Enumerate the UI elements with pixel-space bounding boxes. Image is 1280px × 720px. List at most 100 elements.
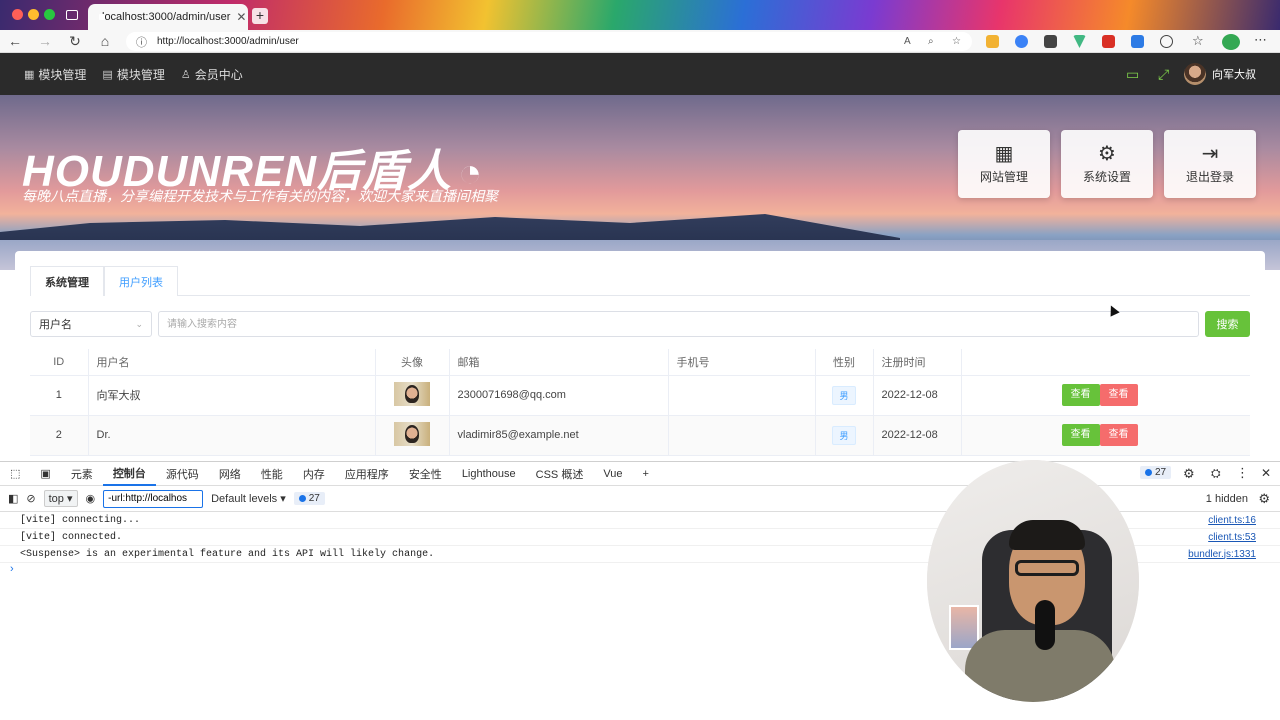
address-bar[interactable]: ⓘ http://localhost:3000/admin/user A ⌕ ☆: [126, 32, 972, 51]
favorites-icon[interactable]: ☆: [1192, 34, 1205, 48]
settings-gear-icon[interactable]: ⚙: [1183, 466, 1195, 482]
minimize-window-button[interactable]: [28, 9, 39, 20]
back-arrow-icon[interactable]: ←: [0, 33, 30, 49]
layers-icon: ▤: [102, 68, 113, 81]
tab-memory[interactable]: 内存: [293, 462, 335, 486]
read-aloud-icon[interactable]: A: [904, 36, 911, 47]
extension-icon[interactable]: [1015, 35, 1028, 48]
issues-count: 27: [308, 493, 320, 504]
site-management-button[interactable]: ▦ 网站管理: [958, 130, 1050, 198]
add-tab-icon[interactable]: +: [633, 462, 659, 486]
forward-arrow-icon[interactable]: →: [30, 33, 60, 49]
issues-badge[interactable]: 27: [1140, 466, 1172, 479]
clear-console-icon[interactable]: ⊘: [26, 492, 35, 505]
quick-button-label: 网站管理: [979, 169, 1028, 184]
cell-date: 2022-12-08: [873, 415, 962, 456]
tab-security[interactable]: 安全性: [399, 462, 452, 486]
extensions-puzzle-icon[interactable]: [1160, 35, 1173, 48]
log-levels-select[interactable]: Default levels ▾: [211, 492, 286, 505]
maximize-window-button[interactable]: [44, 9, 55, 20]
tab-system-management[interactable]: 系统管理: [30, 266, 104, 296]
tab-application[interactable]: 应用程序: [335, 462, 399, 486]
column-header[interactable]: 邮箱: [449, 349, 669, 376]
close-window-button[interactable]: [12, 9, 23, 20]
tab-vue[interactable]: Vue: [593, 462, 632, 486]
cell-username: 向军大叔: [88, 375, 376, 416]
home-icon[interactable]: ⌂: [90, 33, 120, 49]
cell-email: vladimir85@example.net: [449, 415, 669, 456]
glasses: [1015, 560, 1079, 576]
extension-icon[interactable]: [986, 35, 999, 48]
column-header[interactable]: 性别: [815, 349, 874, 376]
search-input[interactable]: [158, 311, 1199, 337]
log-source-link[interactable]: client.ts:16: [1208, 515, 1256, 526]
person-hair: [1009, 520, 1085, 550]
profile-icon[interactable]: [1222, 34, 1240, 50]
close-icon[interactable]: ✕: [1261, 466, 1271, 480]
nav-item-module-2[interactable]: ▤ 模块管理: [102, 66, 164, 83]
sitemap-icon: ▦: [994, 142, 1014, 165]
browser-tab[interactable]: localhost:3000/admin/user ✕: [88, 4, 248, 30]
inspect-icon[interactable]: ⬚: [0, 462, 30, 486]
info-icon[interactable]: ⓘ: [136, 34, 147, 50]
cell-avatar: [375, 375, 450, 416]
tab-css-overview[interactable]: CSS 概述: [526, 462, 594, 486]
eye-icon[interactable]: ◉: [86, 492, 96, 505]
log-source-link[interactable]: client.ts:53: [1208, 532, 1256, 543]
logout-button[interactable]: ⇥ 退出登录: [1164, 130, 1256, 198]
remote-devices-icon[interactable]: ⛭: [1211, 466, 1221, 481]
sidebar-toggle-icon[interactable]: ◧: [8, 492, 18, 505]
tab-elements[interactable]: 元素: [61, 462, 103, 486]
cell-gender: 男: [815, 375, 874, 416]
console-issues-badge[interactable]: 27: [293, 492, 325, 505]
context-select[interactable]: top ▾: [43, 490, 78, 507]
avatar[interactable]: [394, 381, 430, 406]
message-icon[interactable]: ▭: [1126, 66, 1139, 83]
more-options-icon[interactable]: ⋮: [1236, 465, 1249, 481]
view-button[interactable]: 查看: [1061, 384, 1100, 406]
favorite-star-icon[interactable]: ☆: [952, 36, 961, 47]
reload-icon[interactable]: ↻: [60, 33, 90, 50]
tab-sources[interactable]: 源代码: [156, 462, 209, 486]
column-header[interactable]: ID: [30, 349, 89, 376]
vue-devtools-icon[interactable]: [1073, 35, 1086, 48]
system-settings-button[interactable]: ⚙ 系统设置: [1061, 130, 1153, 198]
device-toggle-icon[interactable]: ▣: [30, 462, 60, 486]
tab-actions-icon[interactable]: [66, 10, 78, 20]
extension-icon[interactable]: [1102, 35, 1115, 48]
camera-icon[interactable]: [1044, 35, 1057, 48]
user-menu[interactable]: 向军大叔: [1184, 63, 1256, 85]
cell-date: 2022-12-08: [873, 375, 962, 416]
search-field-select[interactable]: 用户名 ⌄: [30, 311, 152, 337]
microphone: [1035, 600, 1055, 650]
log-source-link[interactable]: bundler.js:1331: [1188, 549, 1256, 560]
column-header[interactable]: 用户名: [88, 349, 376, 376]
nav-item-member-center[interactable]: ♙ 会员中心: [181, 66, 243, 83]
search-row: 用户名 ⌄ 搜索: [30, 311, 1250, 337]
tab-network[interactable]: 网络: [209, 462, 251, 486]
gender-tag: 男: [832, 425, 856, 445]
zoom-icon[interactable]: ⌕: [928, 36, 934, 47]
tab-performance[interactable]: 性能: [251, 462, 293, 486]
console-filter-input[interactable]: [103, 489, 204, 508]
search-button[interactable]: 搜索: [1205, 311, 1250, 337]
console-settings-gear-icon[interactable]: ⚙: [1258, 491, 1270, 507]
nav-item-module-1[interactable]: ▦ 模块管理: [24, 66, 86, 83]
log-text: [vite] connecting...: [20, 514, 141, 526]
column-header[interactable]: 头像: [375, 349, 450, 376]
column-header[interactable]: 手机号: [668, 349, 816, 376]
tab-close-icon[interactable]: ✕: [236, 10, 246, 24]
fullscreen-icon[interactable]: ⤢: [1158, 66, 1169, 83]
tab-console[interactable]: 控制台: [102, 462, 156, 486]
view-button-danger[interactable]: 查看: [1099, 384, 1138, 406]
gear-icon: ⚙: [1098, 142, 1116, 165]
tab-lighthouse[interactable]: Lighthouse: [452, 462, 526, 486]
column-header[interactable]: 注册时间: [873, 349, 962, 376]
new-tab-button[interactable]: +: [252, 8, 268, 24]
more-menu-icon[interactable]: ⋯: [1254, 33, 1267, 48]
extension-icon[interactable]: [1131, 35, 1144, 48]
avatar[interactable]: [394, 421, 430, 446]
tab-user-list[interactable]: 用户列表: [104, 266, 178, 296]
view-button-danger[interactable]: 查看: [1099, 424, 1138, 446]
view-button[interactable]: 查看: [1061, 424, 1100, 446]
